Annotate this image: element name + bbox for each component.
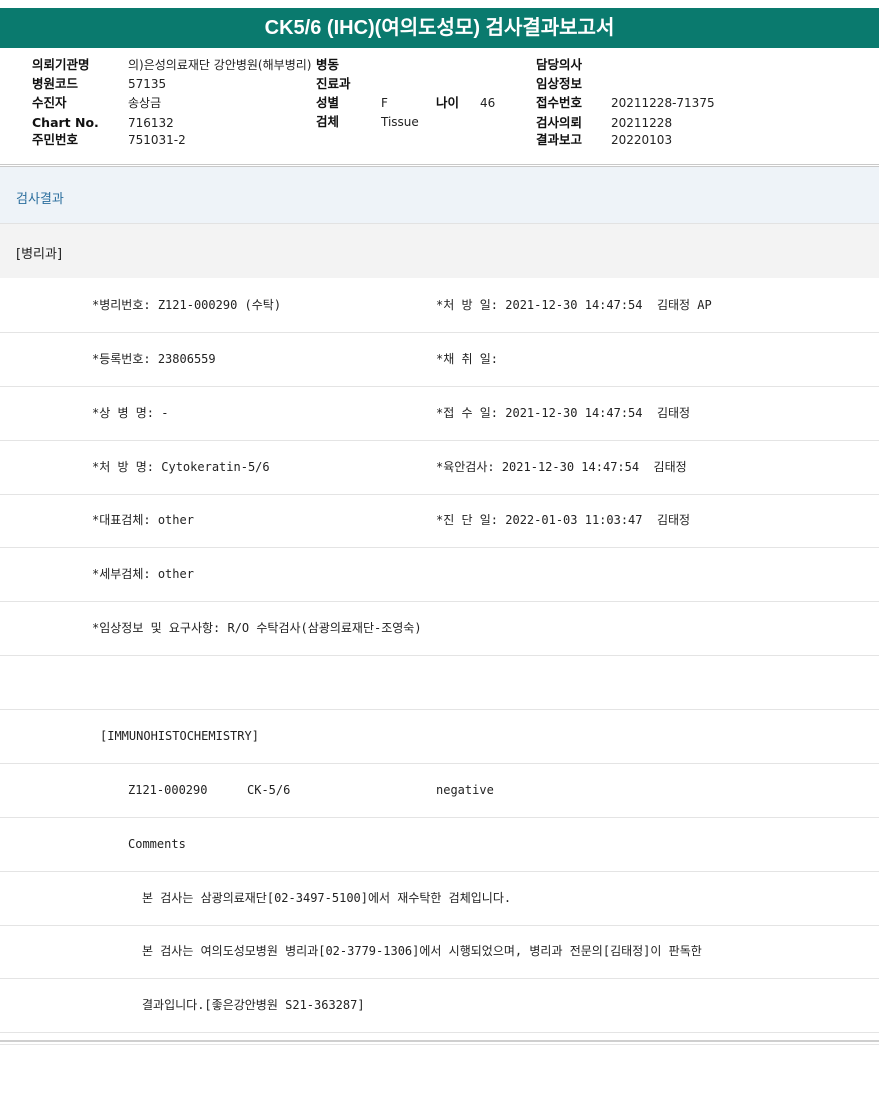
result-section-header: 검사결과 (0, 166, 879, 223)
sex-label: 성별 (316, 95, 340, 110)
comment-text: 본 검사는 삼광의료재단[02-3497-5100]에서 재수탁한 검체입니다. (142, 891, 512, 905)
detail-left: *상 병 명: - (92, 406, 169, 420)
detail-right: *접 수 일: 2021-12-30 14:47:54 김태정 (436, 406, 691, 420)
dept-section-header: [병리과] (0, 223, 879, 278)
request-value: 20211228 (611, 116, 673, 130)
detail-left: *처 방 명: Cytokeratin-5/6 (92, 460, 270, 474)
detail-row: *처 방 명: Cytokeratin-5/6 *육안검사: 2021-12-3… (0, 441, 879, 495)
ward-label: 병동 (316, 57, 340, 72)
sex-value: F (381, 96, 388, 110)
comments-label: Comments (128, 837, 186, 851)
detail-left: *대표검체: other (92, 513, 194, 527)
institution-label: 의뢰기관명 (32, 57, 90, 72)
age-value: 46 (480, 96, 496, 110)
footer-divider-secondary (0, 1044, 879, 1045)
hospital-code-label: 병원코드 (32, 76, 79, 91)
age-label: 나이 (436, 95, 460, 110)
comment-row: 본 검사는 삼광의료재단[02-3497-5100]에서 재수탁한 검체입니다. (0, 872, 879, 926)
detail-left: *임상정보 및 요구사항: R/O 수탁검사(삼광의료재단-조영숙) (92, 621, 422, 635)
ihc-result: negative (436, 783, 494, 797)
comments-label-row: Comments (0, 818, 879, 872)
detail-right: *채 취 일: (436, 352, 499, 366)
chart-label: Chart No. (32, 115, 99, 130)
comment-text: 결과입니다.[좋은강안병원 S21-363287] (142, 998, 365, 1012)
receipt-label: 접수번호 (536, 95, 583, 110)
patient-value: 송상금 (128, 96, 162, 110)
detail-right: *처 방 일: 2021-12-30 14:47:54 김태정 AP (436, 298, 712, 312)
dept-section-title: [병리과] (16, 247, 63, 262)
clinical-label: 임상정보 (536, 76, 583, 91)
detail-row: *상 병 명: - *접 수 일: 2021-12-30 14:47:54 김태… (0, 387, 879, 441)
report-label: 결과보고 (536, 132, 583, 147)
request-label: 검사의뢰 (536, 115, 583, 130)
detail-row: *대표검체: other *진 단 일: 2022-01-03 11:03:47… (0, 494, 879, 548)
institution-value: 의)은성의료재단 강안병원(해부병리) (128, 58, 312, 72)
comment-row: 본 검사는 여의도성모병원 병리과[02-3779-1306]에서 시행되었으며… (0, 925, 879, 979)
report-value: 20220103 (611, 133, 673, 147)
footer-divider (0, 1040, 879, 1042)
result-section-title: 검사결과 (16, 192, 64, 207)
header-divider (0, 164, 879, 165)
detail-left: *병리번호: Z121-000290 (수탁) (92, 298, 282, 312)
detail-row: *병리번호: Z121-000290 (수탁) *처 방 일: 2021-12-… (0, 279, 879, 333)
specimen-label: 검체 (316, 114, 340, 129)
receipt-value: 20211228-71375 (611, 96, 715, 110)
chart-value: 716132 (128, 116, 174, 130)
report-title: CK5/6 (IHC)(여의도성모) 검사결과보고서 (0, 8, 879, 48)
ihc-case-no: Z121-000290 (128, 783, 208, 797)
detail-right: *육안검사: 2021-12-30 14:47:54 김태정 (436, 460, 687, 474)
detail-left: *등록번호: 23806559 (92, 352, 216, 366)
resident-label: 주민번호 (32, 132, 79, 147)
dept-label: 진료과 (316, 76, 351, 91)
comment-text: 본 검사는 여의도성모병원 병리과[02-3779-1306]에서 시행되었으며… (142, 944, 702, 958)
detail-left: *세부검체: other (92, 567, 194, 581)
detail-row: *등록번호: 23806559 *채 취 일: (0, 333, 879, 387)
specimen-value: Tissue (381, 115, 419, 129)
detail-row: *임상정보 및 요구사항: R/O 수탁검사(삼광의료재단-조영숙) (0, 602, 879, 656)
ihc-header-row: [IMMUNOHISTOCHEMISTRY] (0, 710, 879, 764)
detail-right: *진 단 일: 2022-01-03 11:03:47 김태정 (436, 513, 691, 527)
patient-label: 수진자 (32, 95, 67, 110)
blank-row (0, 656, 879, 710)
comment-row: 결과입니다.[좋은강안병원 S21-363287] (0, 979, 879, 1033)
detail-row: *세부검체: other (0, 548, 879, 602)
ihc-result-row: Z121-000290 CK-5/6 negative (0, 764, 879, 818)
resident-value: 751031-2 (128, 133, 186, 147)
hospital-code-value: 57135 (128, 77, 167, 91)
ihc-header: [IMMUNOHISTOCHEMISTRY] (100, 729, 259, 743)
ihc-marker: CK-5/6 (247, 783, 291, 797)
doctor-label: 담당의사 (536, 57, 583, 72)
